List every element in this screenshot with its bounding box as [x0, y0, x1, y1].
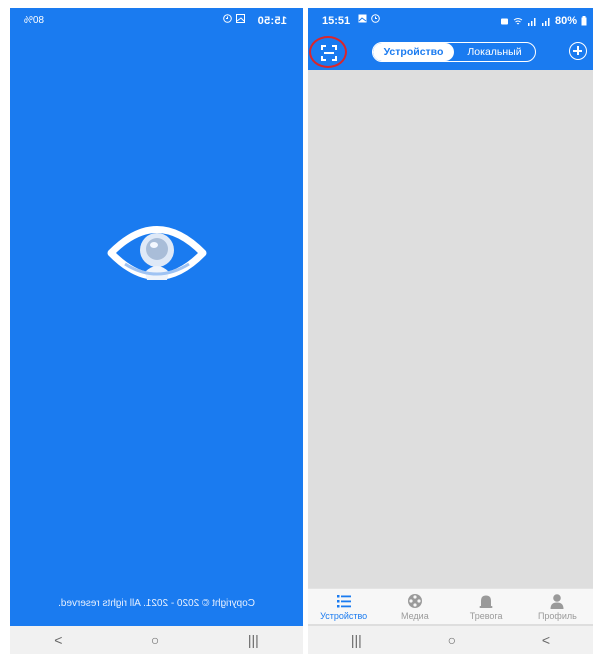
add-device-button[interactable] [569, 42, 587, 60]
nav-home-button[interactable]: ○ [448, 632, 456, 648]
bottom-tab-device[interactable]: Устройство [308, 589, 379, 624]
nav-recent-button[interactable]: ||| [351, 632, 362, 648]
bottom-tab-alarm[interactable]: Тревога [451, 589, 522, 624]
nav-recent-button[interactable]: ||| [248, 632, 259, 648]
device-source-segmented-control: Устройство Локальный [372, 42, 536, 62]
list-icon [336, 595, 351, 608]
clock-icon [223, 14, 232, 23]
nav-back-button[interactable]: < [54, 632, 62, 648]
status-time: 15:51 [322, 15, 351, 27]
device-list-empty [308, 70, 593, 588]
splash-screen: 15:50 80% Copyright © 2020 - 2021. All r… [10, 8, 303, 626]
film-reel-icon [407, 594, 422, 608]
bottom-tab-label: Профиль [537, 611, 577, 621]
scan-button-highlight-circle [309, 36, 347, 68]
bottom-tab-label: Медиа [401, 611, 429, 621]
copyright-text: Copyright © 2020 - 2021. All rights rese… [58, 598, 255, 609]
battery-icon [581, 16, 587, 26]
status-bar: 15:51 80% [308, 8, 593, 34]
nav-home-button[interactable]: ○ [151, 632, 159, 648]
signal-icon [527, 17, 536, 26]
system-nav-bar: ||| ○ < [308, 626, 593, 654]
wifi-icon [513, 17, 523, 24]
alarm-bell-icon [479, 595, 493, 608]
nav-back-button[interactable]: < [542, 632, 550, 648]
status-time: 15:50 [257, 15, 287, 27]
alarm-icon [500, 18, 508, 24]
tab-local[interactable]: Локальный [454, 43, 535, 61]
bottom-tab-bar: Устройство Медиа Тревога Профиль [308, 588, 593, 624]
status-battery: 80% [554, 15, 577, 27]
status-battery: 80% [24, 15, 45, 26]
app-screen-phone: 15:51 80% Устройство Локальный Устройств… [308, 8, 593, 654]
bottom-tab-media[interactable]: Медиа [379, 589, 450, 624]
tab-device[interactable]: Устройство [373, 43, 454, 61]
camera-eye-logo-icon [107, 226, 207, 280]
bottom-tab-label: Тревога [469, 611, 503, 621]
splash-screen-phone: 15:50 80% Copyright © 2020 - 2021. All r… [10, 8, 303, 654]
status-bar-mirrored: 15:50 80% [10, 8, 303, 34]
clock-icon [371, 14, 380, 23]
system-nav-bar: < ○ ||| [10, 626, 303, 654]
bottom-tab-label: Устройство [320, 611, 368, 621]
app-toolbar: Устройство Локальный [308, 34, 593, 70]
user-icon [550, 594, 564, 609]
image-icon [358, 14, 367, 23]
bottom-tab-profile[interactable]: Профиль [522, 589, 593, 624]
signal-icon-2 [541, 17, 550, 26]
image-icon [236, 14, 245, 23]
